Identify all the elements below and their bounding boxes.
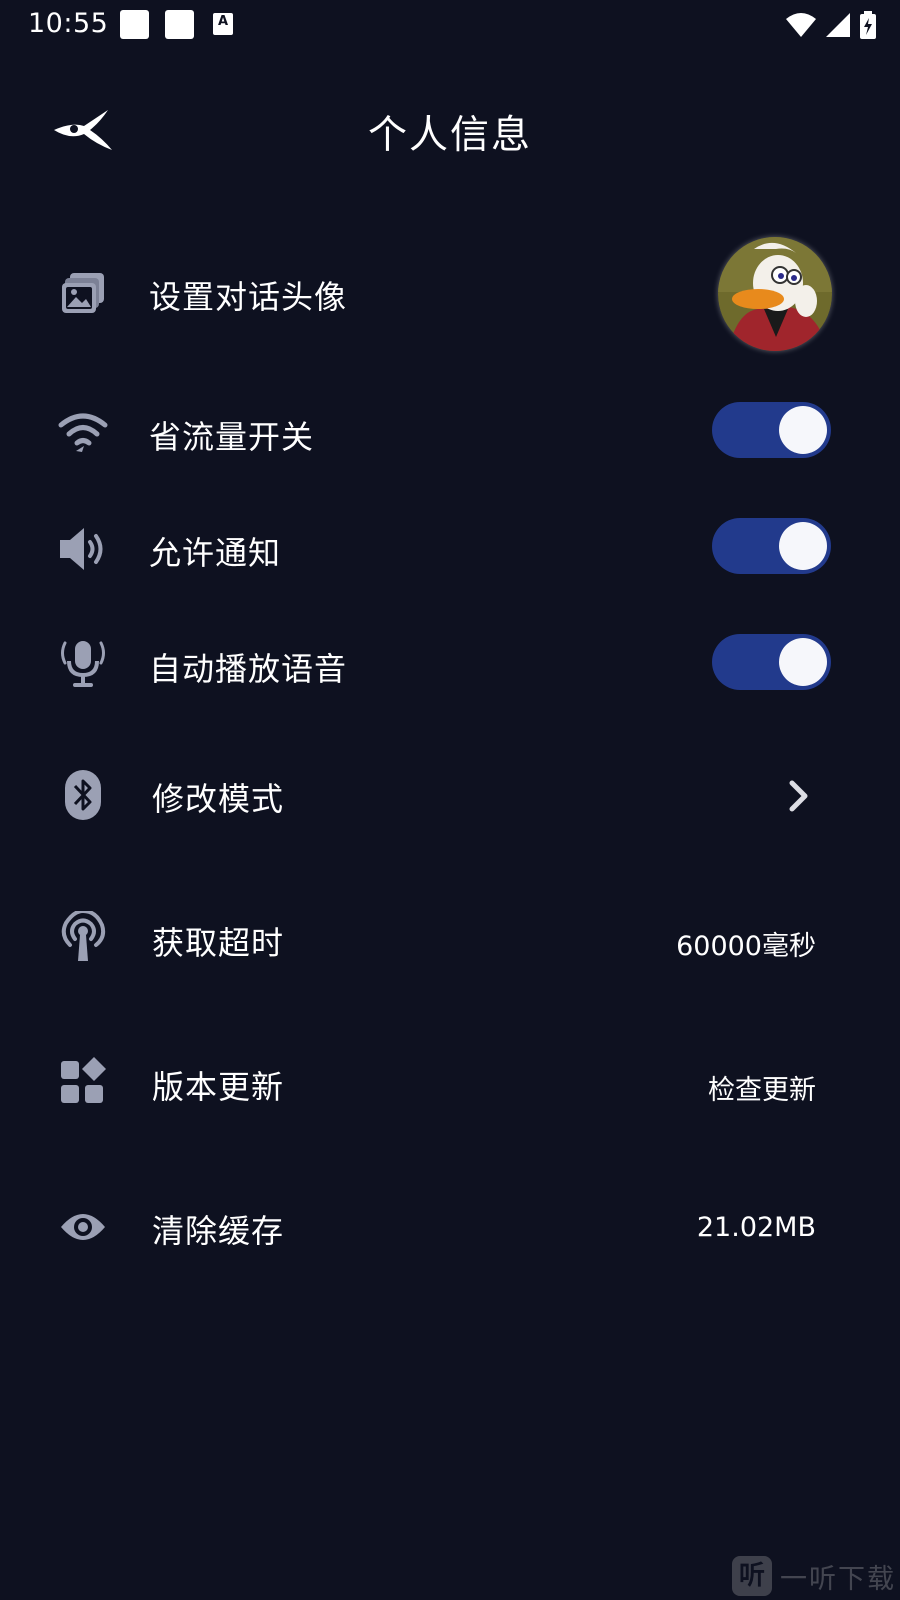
chevron-right-icon — [789, 780, 808, 812]
keyboard-notification-icon: A — [213, 13, 233, 35]
mode-row[interactable]: 修改模式 — [0, 746, 900, 846]
mode-label: 修改模式 — [152, 780, 285, 818]
header: 个人信息 — [0, 90, 900, 170]
broadcast-icon — [56, 910, 110, 964]
status-icons — [786, 10, 876, 40]
toggle-knob — [779, 406, 827, 454]
avatar[interactable] — [718, 237, 832, 351]
signal-icon — [826, 13, 850, 37]
notification-icon — [165, 10, 194, 39]
timeout-value: 60000毫秒 — [676, 931, 816, 962]
bluetooth-icon — [56, 768, 110, 822]
speaker-icon — [56, 522, 110, 576]
timeout-row[interactable]: 获取超时 60000毫秒 — [0, 890, 900, 990]
set-avatar-label: 设置对话头像 — [149, 278, 348, 316]
clear-cache-row[interactable]: 清除缓存 21.02MB — [0, 1178, 900, 1278]
autoplay-voice-label: 自动播放语音 — [149, 650, 348, 688]
watermark-logo-icon: 听 — [732, 1556, 772, 1596]
clear-cache-label: 清除缓存 — [152, 1212, 285, 1250]
cache-size-value: 21.02MB — [696, 1212, 816, 1243]
autoplay-voice-toggle[interactable] — [712, 634, 831, 690]
check-update-link[interactable]: 检查更新 — [708, 1068, 816, 1107]
eye-icon — [56, 1200, 110, 1254]
microphone-icon — [56, 636, 110, 690]
version-update-label: 版本更新 — [152, 1068, 285, 1106]
notifications-toggle[interactable] — [712, 518, 831, 574]
watermark-text: 一听下载 — [780, 1563, 896, 1595]
toggle-knob — [779, 522, 827, 570]
version-update-row[interactable]: 版本更新 检查更新 — [0, 1034, 900, 1134]
battery-icon — [860, 11, 876, 39]
notification-icon — [120, 10, 149, 39]
gallery-icon — [56, 266, 110, 320]
data-saver-toggle[interactable] — [712, 402, 831, 458]
apps-icon — [56, 1054, 110, 1108]
wifi-icon — [786, 13, 816, 37]
page-title: 个人信息 — [367, 113, 532, 158]
notifications-label: 允许通知 — [149, 534, 282, 572]
timeout-label: 获取超时 — [152, 924, 285, 962]
wifi-icon — [56, 406, 110, 460]
data-saver-label: 省流量开关 — [149, 418, 315, 456]
toggle-knob — [779, 638, 827, 686]
status-bar: 10:55 A — [0, 0, 900, 50]
status-time: 10:55 — [28, 8, 109, 39]
watermark: 听 一听下载 — [732, 1556, 896, 1596]
settings-screen: 10:55 A 个人信息 设置对话头像 省流量开关 允许通知 自动播放语音 修改… — [0, 0, 900, 1600]
